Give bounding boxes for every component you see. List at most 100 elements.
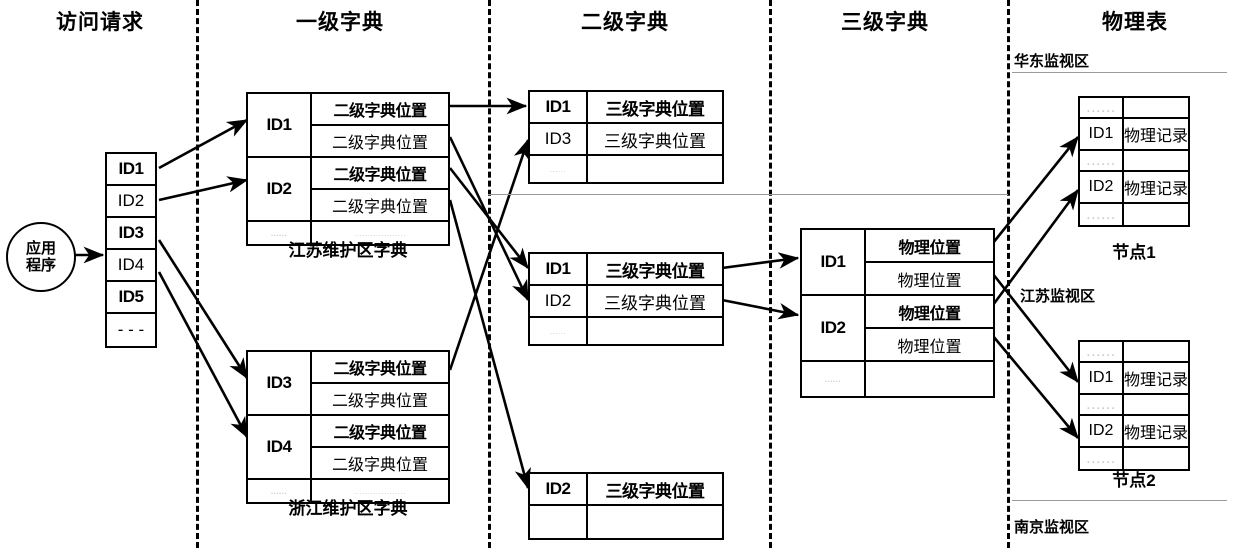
value-cell: 物理位置 bbox=[897, 272, 962, 290]
column-header-level2-dict: 二级字典 bbox=[581, 11, 669, 34]
table-row: ID2 bbox=[107, 186, 155, 218]
level2-dict-table-1: ID1 三级字典位置 ID3 三级字典位置 ...... bbox=[528, 90, 724, 184]
application-node: 应用 程序 bbox=[6, 222, 76, 292]
region-rule-bottom bbox=[1012, 500, 1227, 501]
id-cell: ...... bbox=[1080, 204, 1124, 225]
id-cell: ID4 bbox=[117, 255, 145, 274]
physical-node-table-2: ...... ID1 物理记录 ...... ID2 物理记录 ...... bbox=[1078, 340, 1190, 471]
region-label-jiangsu: 江苏监视区 bbox=[1020, 288, 1096, 305]
id-cell bbox=[530, 506, 588, 538]
level1-dict-zhejiang: ID3 二级字典位置 二级字典位置 ID4 二级字典位置 二级字典位置 ....… bbox=[246, 350, 450, 504]
id-cell: ID1 bbox=[1080, 363, 1124, 393]
id-cell: ...... bbox=[1080, 151, 1124, 170]
id-cell: ID3 bbox=[118, 223, 144, 242]
table-row: ID2 物理记录 bbox=[1080, 416, 1188, 448]
column-header-level1-dict: 一级字典 bbox=[296, 11, 384, 34]
table-row: ID2 三级字典位置 bbox=[530, 286, 722, 318]
arrow-l3-r1-to-node1-id1 bbox=[991, 135, 1080, 244]
value-cell: 二级字典位置 bbox=[312, 352, 448, 384]
table-row: ID2 三级字典位置 bbox=[530, 474, 722, 506]
id-cell: ID2 bbox=[530, 286, 588, 316]
application-label-line2: 程序 bbox=[25, 257, 56, 274]
level1-dict-jiangsu-caption: 江苏维护区字典 bbox=[288, 241, 408, 260]
arrow-id3-to-zhejiang bbox=[157, 239, 249, 380]
value-cell: 物理位置 bbox=[866, 296, 993, 329]
value-cell: 三级字典位置 bbox=[604, 131, 706, 151]
application-label-line1: 应用 bbox=[25, 239, 56, 257]
value-cell: 物理记录 bbox=[1124, 181, 1188, 198]
arrow-id1-to-jiangsu bbox=[158, 118, 249, 170]
id-cell: ID1 bbox=[802, 230, 866, 294]
column-divider-3 bbox=[769, 0, 772, 548]
id-cell: ID1 bbox=[248, 94, 312, 156]
column-header-level3-dict: 三级字典 bbox=[841, 11, 929, 34]
value-cell: 二级字典位置 bbox=[331, 393, 428, 410]
physical-node-table-1: ...... ID1 物理记录 ...... ID2 物理记录 ...... bbox=[1078, 96, 1190, 227]
id-cell: ID1 bbox=[530, 254, 588, 284]
arrow-id2-to-jiangsu bbox=[158, 176, 249, 202]
table-row: ID1 二级字典位置 二级字典位置 bbox=[248, 94, 448, 158]
id-cell: ID5 bbox=[118, 287, 144, 306]
arrow-l2b-r2-to-l3 bbox=[721, 298, 800, 320]
table-row: ID1 物理记录 bbox=[1080, 119, 1188, 151]
table-row: ID1 三级字典位置 bbox=[530, 92, 722, 124]
value-cell: 二级字典位置 bbox=[312, 416, 448, 448]
table-row: ID3 三级字典位置 bbox=[530, 124, 722, 156]
id-cell: ...... bbox=[530, 318, 588, 344]
value-cell: 三级字典位置 bbox=[605, 99, 706, 119]
id-cell: ID3 bbox=[248, 352, 312, 414]
value-cell bbox=[1124, 395, 1188, 414]
value-cell bbox=[1124, 151, 1188, 170]
middle-separator-rule bbox=[488, 194, 1008, 195]
table-row: ID3 bbox=[107, 218, 155, 250]
value-cell: 三级字典位置 bbox=[605, 261, 706, 281]
id-cell: ID3 bbox=[530, 124, 588, 154]
table-row: ID1 物理位置 物理位置 bbox=[802, 230, 993, 296]
id-cell: ...... bbox=[824, 374, 842, 384]
arrow-l3-r4-to-node2-id2 bbox=[992, 335, 1079, 439]
table-row: - - - bbox=[107, 314, 155, 346]
value-cell bbox=[1124, 98, 1188, 117]
value-cell bbox=[1124, 204, 1188, 225]
table-row: ID2 二级字典位置 二级字典位置 bbox=[248, 158, 448, 222]
table-row: ...... bbox=[1080, 204, 1188, 225]
column-header-physical-table: 物理表 bbox=[1102, 11, 1168, 34]
physical-node-1-caption: 节点1 bbox=[1112, 243, 1156, 262]
table-row: ID3 二级字典位置 二级字典位置 bbox=[248, 352, 448, 416]
column-divider-2 bbox=[488, 0, 491, 548]
level1-dict-jiangsu: ID1 二级字典位置 二级字典位置 ID2 二级字典位置 二级字典位置 ....… bbox=[246, 92, 450, 246]
id-cell: ID4 bbox=[248, 416, 312, 478]
value-cell: 二级字典位置 bbox=[312, 158, 448, 190]
level2-dict-table-2: ID1 三级字典位置 ID2 三级字典位置 ...... bbox=[528, 252, 724, 346]
diagram-canvas: 访问请求 一级字典 二级字典 三级字典 物理表 应用 程序 ID1 ID2 ID… bbox=[0, 0, 1239, 548]
table-row: ID2 物理位置 物理位置 bbox=[802, 296, 993, 362]
table-row: ...... bbox=[1080, 151, 1188, 172]
value-cell: 二级字典位置 bbox=[331, 135, 428, 152]
value-cell: 物理记录 bbox=[1124, 425, 1188, 442]
level1-dict-zhejiang-caption: 浙江维护区字典 bbox=[288, 499, 408, 518]
table-row: ID4 bbox=[107, 250, 155, 282]
table-row: ID1 三级字典位置 bbox=[530, 254, 722, 286]
table-row: ID4 二级字典位置 二级字典位置 bbox=[248, 416, 448, 480]
value-cell: 二级字典位置 bbox=[312, 94, 448, 126]
level3-dict-table: ID1 物理位置 物理位置 ID2 物理位置 物理位置 ...... bbox=[800, 228, 995, 398]
arrow-id4-to-zhejiang bbox=[157, 271, 249, 439]
id-cell: - - - bbox=[117, 320, 145, 339]
column-divider-1 bbox=[196, 0, 199, 548]
id-cell: ID2 bbox=[248, 158, 312, 220]
value-cell bbox=[1124, 342, 1188, 361]
table-row: ...... bbox=[1080, 395, 1188, 416]
id-cell: ID1 bbox=[1080, 119, 1124, 149]
id-cell: ID1 bbox=[530, 92, 588, 122]
table-row: ID1 物理记录 bbox=[1080, 363, 1188, 395]
id-cell: ...... bbox=[1080, 98, 1124, 117]
value-cell: 三级字典位置 bbox=[604, 293, 706, 313]
value-cell: 物理位置 bbox=[897, 338, 962, 356]
id-cell: ...... bbox=[1080, 395, 1124, 414]
table-row: ...... bbox=[1080, 98, 1188, 119]
value-cell bbox=[588, 156, 722, 182]
value-cell: 三级字典位置 bbox=[605, 481, 706, 501]
physical-node-2-caption: 节点2 bbox=[1112, 471, 1156, 490]
id-cell: ID2 bbox=[1080, 172, 1124, 202]
arrow-l2b-r1-to-l3 bbox=[721, 252, 800, 270]
